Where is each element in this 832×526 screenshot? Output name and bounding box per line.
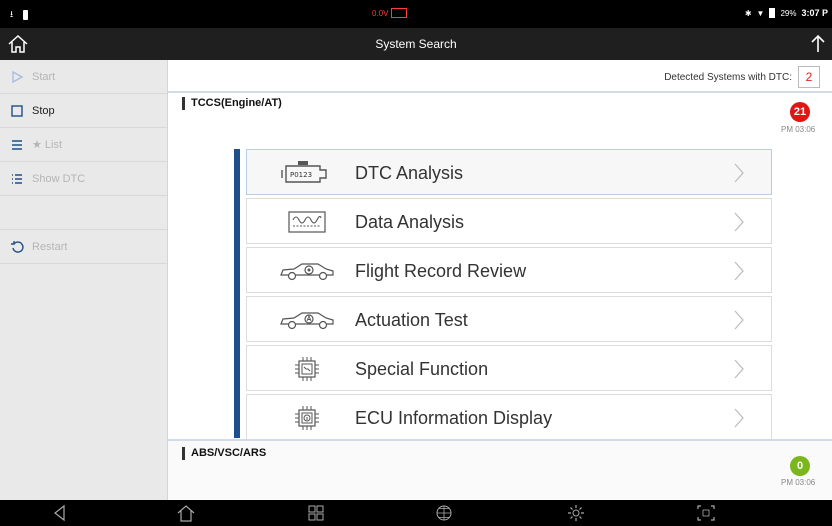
detected-count: 2 — [798, 66, 820, 88]
section-title-tccs[interactable]: TCCS(Engine/AT) — [182, 97, 282, 110]
menu-item-dtc-analysis[interactable]: P0123 DTC Analysis — [246, 149, 772, 195]
stop-icon — [11, 104, 23, 117]
voltage-value: 0.0V — [372, 8, 389, 18]
play-icon — [12, 70, 24, 83]
restart-icon — [11, 240, 24, 253]
dtc-count-badge: 21 — [790, 102, 810, 122]
battery-percent: 29% — [780, 8, 797, 18]
section-timestamp: PM 03:06 — [781, 478, 816, 487]
waveform-icon — [277, 207, 337, 237]
upload-arrow-icon[interactable] — [808, 32, 828, 56]
detected-label: Detected Systems with DTC: — [664, 71, 792, 83]
screenshot-icon[interactable] — [696, 504, 716, 522]
wifi-icon: ▼ — [756, 8, 765, 18]
menu-item-label: Actuation Test — [355, 310, 468, 330]
sidebar-spacer — [0, 196, 167, 230]
sidebar-item-label: Show DTC — [32, 172, 86, 185]
section-timestamp: PM 03:06 — [781, 125, 816, 134]
apps-icon[interactable] — [306, 504, 326, 522]
menu-item-label: DTC Analysis — [355, 163, 464, 183]
sidebar-item-stop[interactable]: Stop — [0, 94, 167, 128]
chevron-right-icon — [734, 163, 744, 183]
menu-item-actuation-test[interactable]: Actuation Test — [246, 296, 772, 342]
status-bar: ⭳ 0.0V ✱ ▼ 29% 3:07 P — [0, 0, 832, 28]
car-record-icon — [277, 256, 337, 286]
menu-item-ecu-information-display[interactable]: ECU Information Display — [246, 394, 772, 440]
dtc-icon: P0123 — [277, 158, 337, 188]
section-abs[interactable] — [168, 441, 832, 500]
chip-function-icon — [277, 354, 337, 384]
chip-info-icon — [277, 403, 337, 433]
sidebar-item-label: Stop — [32, 104, 55, 117]
menu-item-label: Flight Record Review — [355, 261, 527, 281]
menu-item-flight-record-review[interactable]: Flight Record Review — [246, 247, 772, 293]
menu-item-label: Data Analysis — [355, 212, 465, 232]
title-bar: System Search — [0, 28, 832, 60]
settings-icon[interactable] — [566, 504, 586, 522]
car-actuation-icon — [277, 305, 337, 335]
divider — [168, 91, 832, 93]
sidebar-item-label: Start — [32, 70, 56, 83]
globe-icon[interactable] — [434, 504, 454, 522]
sidebar-item-start[interactable]: Start — [0, 60, 167, 94]
sidebar-item-restart[interactable]: Restart — [0, 230, 167, 264]
menu-item-data-analysis[interactable]: Data Analysis — [246, 198, 772, 244]
sidebar: Start Stop ★ List Show DTC Restart — [0, 60, 168, 500]
voltage-indicator: 0.0V — [372, 8, 408, 18]
chevron-right-icon — [734, 310, 744, 330]
back-icon[interactable] — [50, 504, 70, 522]
battery-small-icon — [23, 10, 29, 20]
car-battery-icon — [391, 8, 408, 18]
menu-icon — [12, 139, 22, 150]
sidebar-item-show-dtc[interactable]: Show DTC — [0, 162, 167, 196]
detected-systems: Detected Systems with DTC: 2 — [664, 65, 820, 89]
menu-item-label: Special Function — [355, 359, 489, 379]
home-icon[interactable] — [176, 504, 196, 522]
main-panel: Detected Systems with DTC: 2 TCCS(Engine… — [168, 60, 832, 500]
battery-icon — [769, 8, 776, 18]
bluetooth-icon: ✱ — [744, 8, 752, 18]
chevron-right-icon — [734, 261, 744, 281]
chevron-right-icon — [734, 212, 744, 232]
list-icon — [12, 173, 22, 184]
dtc-count-badge: 0 — [790, 456, 810, 476]
section-title-abs[interactable]: ABS/VSC/ARS — [182, 447, 266, 460]
chevron-right-icon — [734, 408, 744, 428]
navigation-bar — [0, 500, 832, 526]
clock: 3:07 P — [801, 8, 828, 18]
sidebar-item-list[interactable]: ★ List — [0, 128, 167, 162]
svg-text:P0123: P0123 — [290, 171, 312, 179]
selected-indicator-bar — [234, 149, 240, 438]
sidebar-item-label: ★ List — [32, 139, 63, 151]
chevron-right-icon — [734, 359, 744, 379]
upload-icon: ⭳ — [10, 9, 14, 19]
menu-item-special-function[interactable]: Special Function — [246, 345, 772, 391]
function-menu: P0123 DTC Analysis Data Analysis Flight … — [246, 149, 772, 443]
page-title: System Search — [375, 37, 457, 51]
sidebar-item-label: Restart — [32, 240, 68, 253]
menu-item-label: ECU Information Display — [355, 408, 553, 428]
